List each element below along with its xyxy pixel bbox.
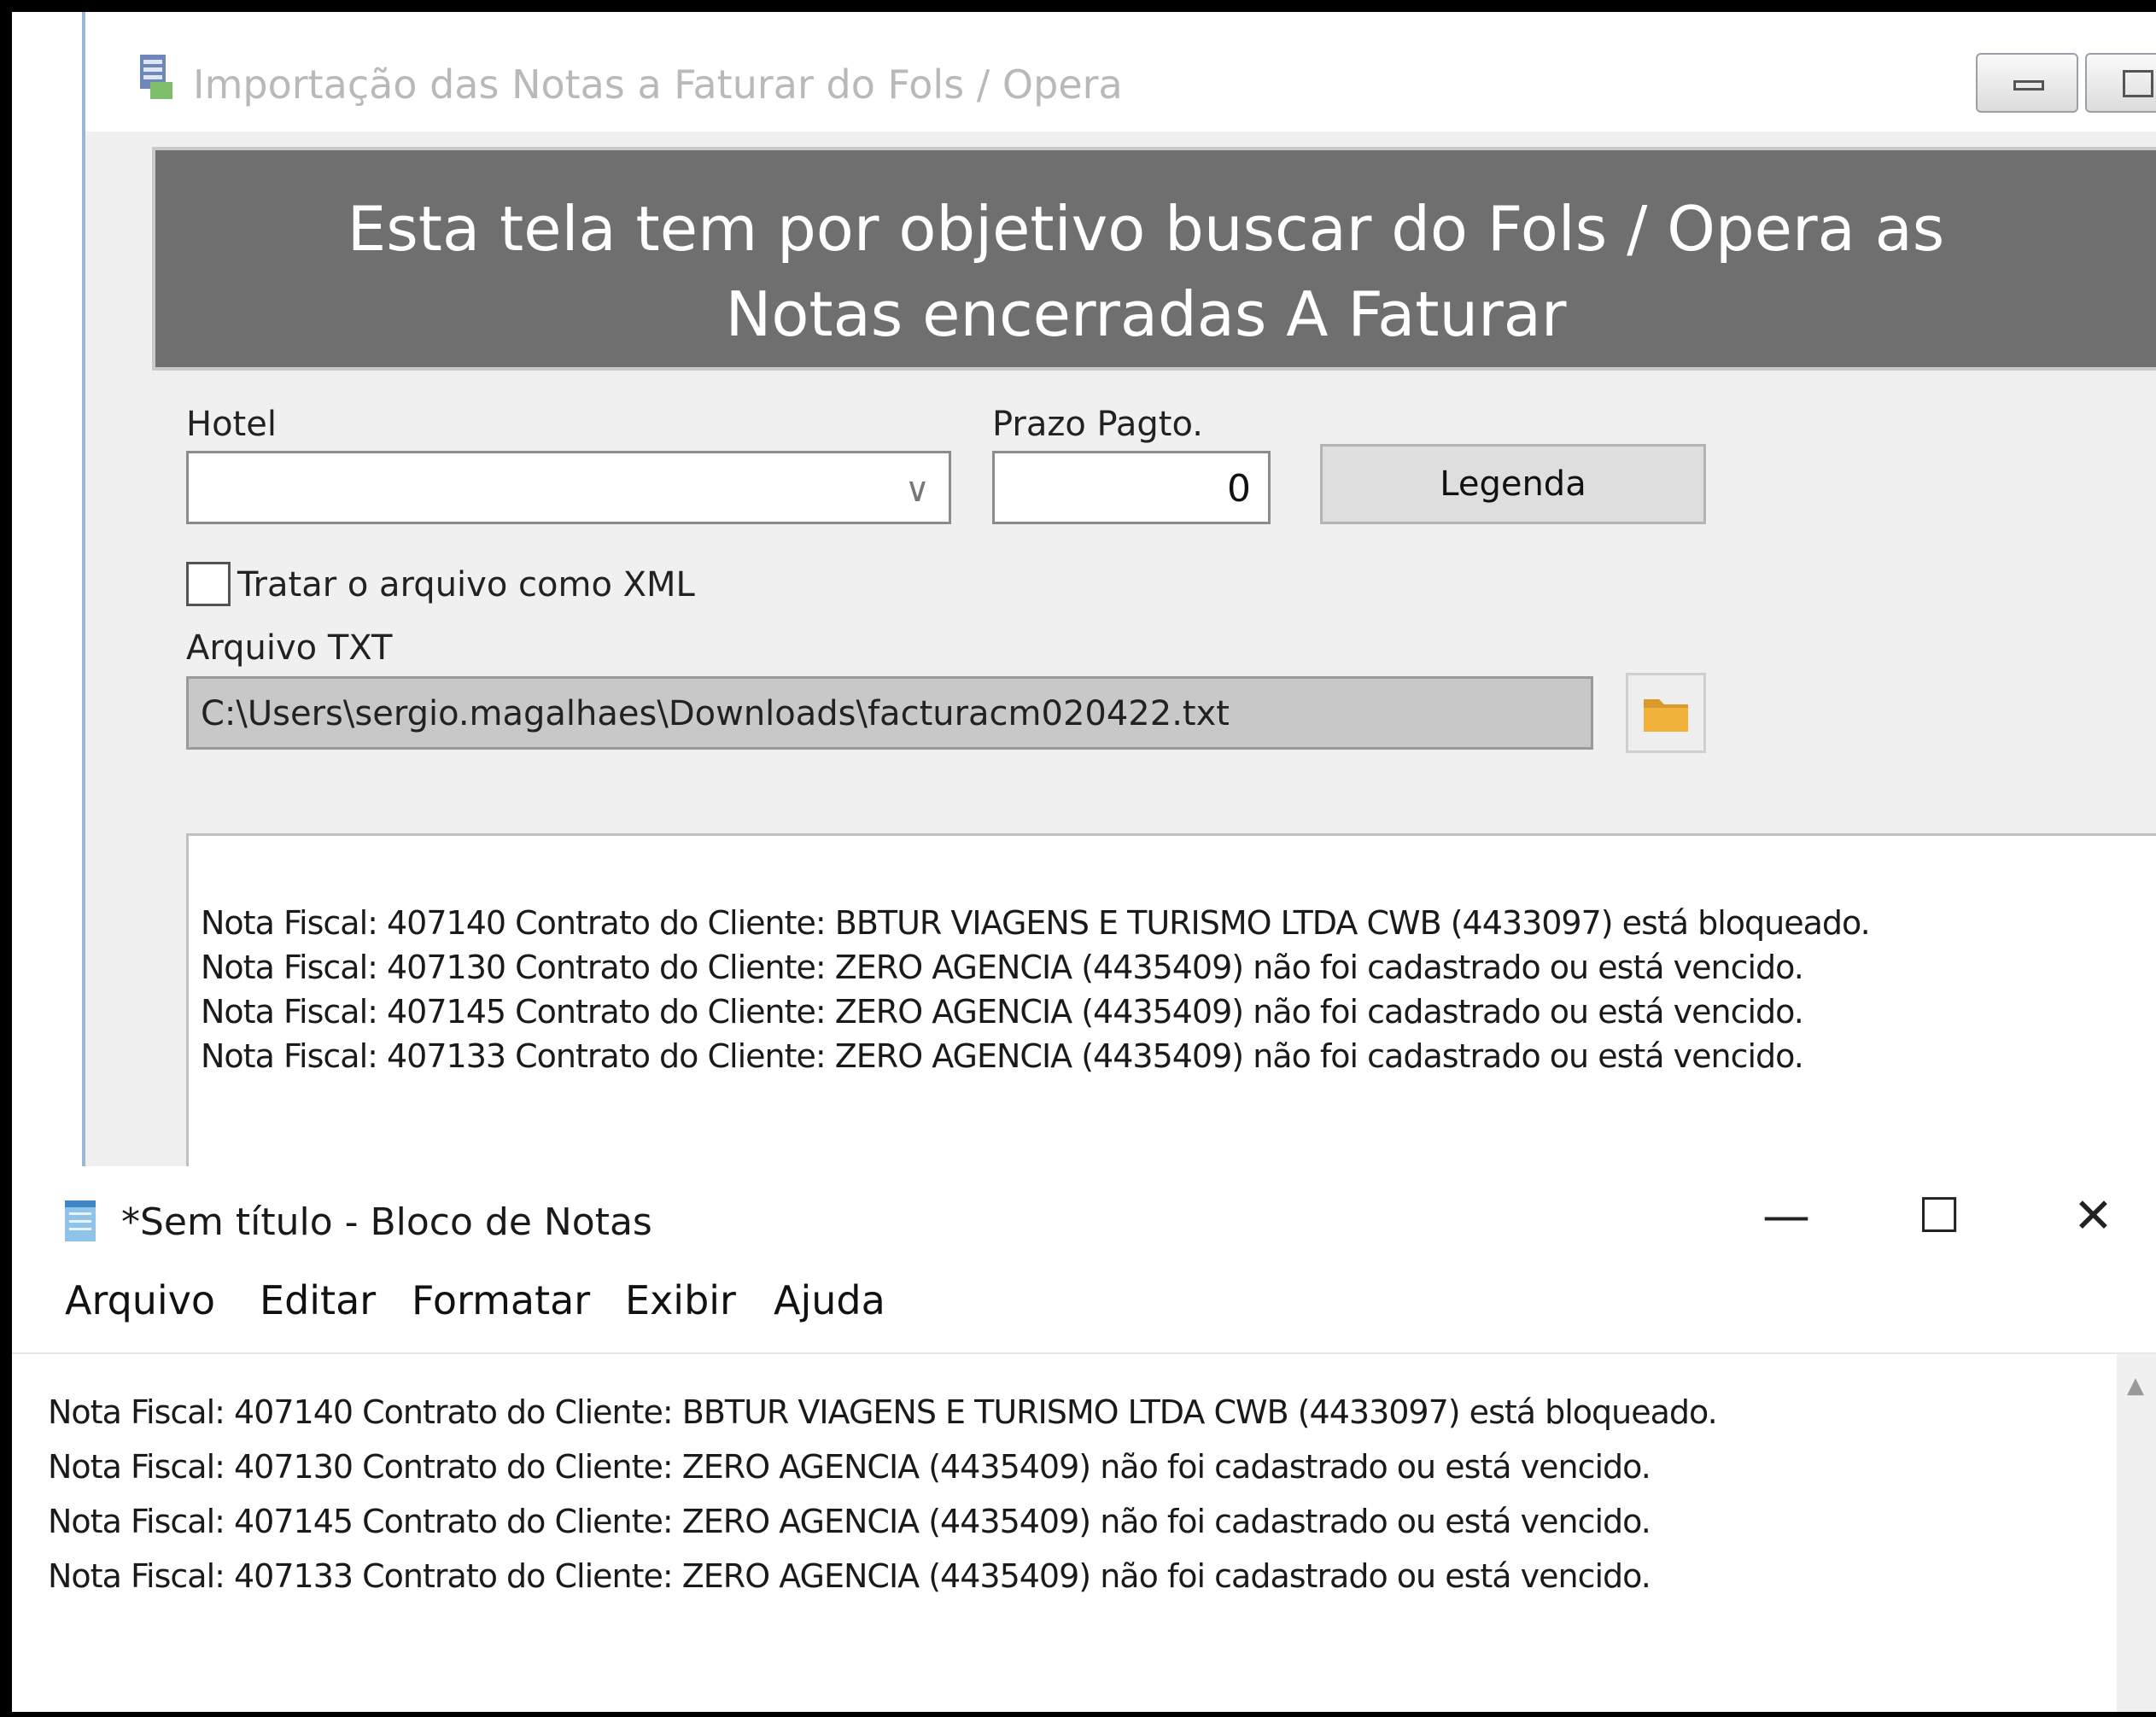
notepad-window: *Sem título - Bloco de Notas — ☐ ✕ Arqui… [12,1166,2156,1712]
notepad-icon [65,1200,96,1241]
log-line: Nota Fiscal: 407133 Contrato do Cliente:… [201,1037,1804,1075]
folder-icon [1644,699,1688,732]
menu-formatar[interactable]: Formatar [412,1277,590,1323]
maximize-button[interactable] [2085,53,2156,113]
xml-checkbox-label[interactable]: Tratar o arquivo como XML [237,565,695,604]
file-path-input[interactable]: C:\Users\sergio.magalhaes\Downloads\fact… [186,676,1593,750]
info-banner: Esta tela tem por objetivo buscar do Fol… [152,147,2156,371]
hotel-select[interactable]: ∨ [186,451,951,524]
window-title: Importação das Notas a Faturar do Fols /… [193,61,1123,108]
notepad-line: Nota Fiscal: 407130 Contrato do Cliente:… [48,1448,1651,1486]
vertical-scrollbar[interactable]: ▲ [2117,1354,2156,1712]
notepad-line: Nota Fiscal: 407140 Contrato do Cliente:… [48,1393,1718,1431]
log-line: Nota Fiscal: 407145 Contrato do Cliente:… [201,993,1804,1031]
menu-arquivo[interactable]: Arquivo [65,1277,215,1323]
log-line: Nota Fiscal: 407130 Contrato do Cliente:… [201,949,1804,986]
notepad-text-area[interactable]: Nota Fiscal: 407140 Contrato do Cliente:… [12,1352,2156,1712]
chevron-down-icon[interactable]: ∨ [905,470,930,510]
import-window: Importação das Notas a Faturar do Fols /… [82,12,2156,1229]
import-window-titlebar: Importação das Notas a Faturar do Fols /… [85,12,2156,131]
notepad-line: Nota Fiscal: 407145 Contrato do Cliente:… [48,1503,1651,1540]
hotel-label: Hotel [186,405,277,444]
banner-line-2: Notas encerradas A Faturar [725,278,1567,350]
minimize-icon [2013,80,2044,91]
maximize-icon [2123,70,2153,97]
banner-text: Esta tela tem por objetivo buscar do Fol… [155,186,2136,357]
prazo-label: Prazo Pagto. [992,405,1203,444]
notepad-close-button[interactable]: ✕ [2073,1188,2113,1244]
menu-ajuda[interactable]: Ajuda [774,1277,885,1323]
arquivo-label: Arquivo TXT [186,628,393,668]
screenshot-frame: Importação das Notas a Faturar do Fols /… [12,12,2156,1712]
log-line: Nota Fiscal: 407140 Contrato do Cliente:… [201,904,1871,942]
legenda-button[interactable]: Legenda [1320,444,1706,524]
notepad-minimize-button[interactable]: — [1762,1188,1810,1244]
notepad-maximize-button[interactable]: ☐ [1918,1188,1960,1244]
minimize-button[interactable] [1976,53,2078,113]
app-form-icon [140,55,172,99]
notepad-title: *Sem título - Bloco de Notas [121,1200,652,1244]
xml-checkbox[interactable] [186,562,231,606]
browse-folder-button[interactable] [1626,673,1706,753]
menu-editar[interactable]: Editar [260,1277,376,1323]
scroll-up-icon[interactable]: ▲ [2127,1373,2144,1399]
prazo-input[interactable]: 0 [992,451,1271,524]
notepad-line: Nota Fiscal: 407133 Contrato do Cliente:… [48,1557,1651,1595]
banner-line-1: Esta tela tem por objetivo buscar do Fol… [347,193,1945,265]
menu-exibir[interactable]: Exibir [625,1277,736,1323]
